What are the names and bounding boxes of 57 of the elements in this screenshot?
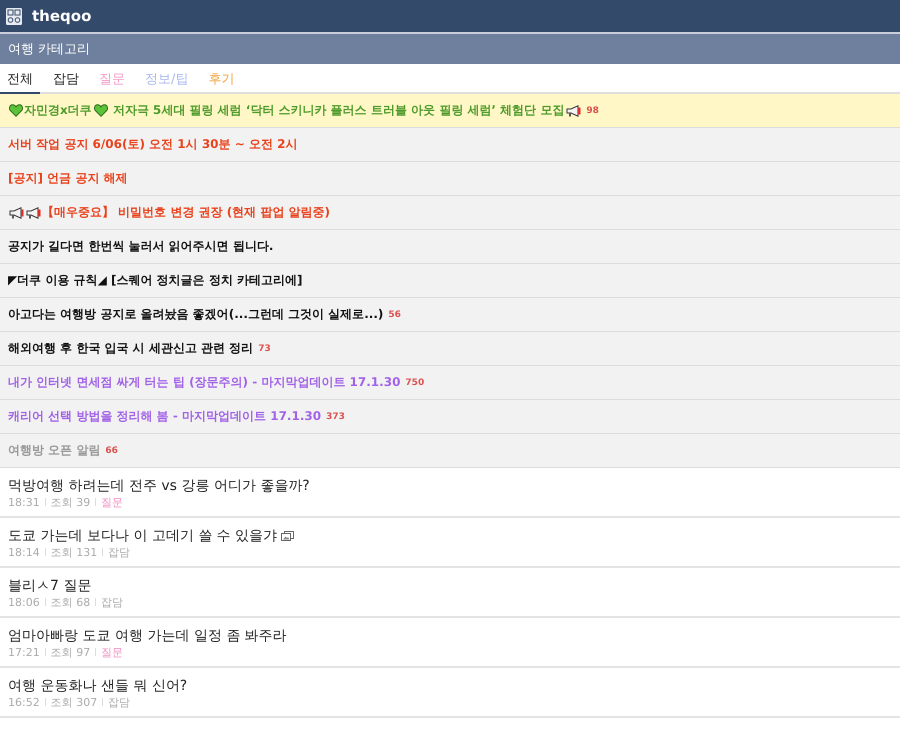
comment-count: 750 (405, 378, 424, 388)
post-time: 18:06 (8, 596, 40, 608)
view-count: 조회 97 (50, 644, 90, 660)
comment-count: 373 (326, 412, 345, 422)
post-title[interactable]: 블리ㅅ7 질문 (8, 577, 92, 595)
heart-icon (9, 104, 23, 117)
view-count: 조회 39 (50, 494, 90, 510)
megaphone-icon (566, 104, 582, 116)
post-title[interactable]: 여행 운동화나 샌들 뭐 신어? (8, 677, 188, 695)
notice-title[interactable]: 공지가 길다면 한번씩 눌러서 읽어주시면 됩니다. (8, 238, 274, 255)
heart-icon (94, 104, 108, 117)
logo-icon (6, 8, 22, 24)
post-title[interactable]: 도쿄 가는데 보다나 이 고데기 쓸 수 있을갸 (8, 527, 278, 545)
post-category: 잡담 (108, 694, 130, 710)
post-time: 17:21 (8, 646, 40, 658)
category-title: 여행 카테고리 (8, 41, 90, 58)
view-count: 조회 68 (50, 594, 90, 610)
notice-title[interactable]: 해외여행 후 한국 입국 시 세관신고 관련 정리 (8, 340, 254, 357)
post-time: 16:52 (8, 696, 40, 708)
notice-row[interactable]: 공지가 길다면 한번씩 눌러서 읽어주시면 됩니다. (0, 230, 900, 264)
post-category: 질문 (101, 644, 124, 660)
post-time: 18:14 (8, 546, 40, 558)
notice-title[interactable]: 서버 작업 공지 6/06(토) 오전 1시 30분 ~ 오전 2시 (8, 136, 298, 153)
notice-row[interactable]: 아고다는 여행방 공지로 올려놨음 좋겠어(...그런데 그것이 실제로...) 56 (0, 298, 900, 332)
comment-count: 66 (105, 446, 118, 456)
post-row[interactable]: 여행 운동화나 샌들 뭐 신어? 16:52 조회 307 잡담 (0, 668, 900, 718)
notice-title[interactable]: ◤더쿠 이용 규칙◢ [스퀘어 정치글은 정치 카테고리에] (8, 272, 302, 289)
notice-title[interactable]: 【매우중요】 비밀번호 변경 권장 (현재 팝업 알림중) (42, 204, 330, 221)
post-category: 잡담 (108, 544, 130, 560)
post-category: 잡담 (101, 594, 124, 610)
notice-title[interactable]: 아고다는 여행방 공지로 올려놨음 좋겠어(...그런데 그것이 실제로...) (8, 306, 384, 323)
post-row[interactable]: 엄마아빠랑 도쿄 여행 가는데 일정 좀 봐주라 17:21 조회 97 질문 (0, 618, 900, 668)
post-time: 18:31 (8, 496, 40, 508)
notice-row[interactable]: 내가 인터넷 면세점 싸게 터는 팁 (장문주의) - 마지막업데이트 17.1.30 750 (0, 366, 900, 400)
post-title[interactable]: 엄마아빠랑 도쿄 여행 가는데 일정 좀 봐주라 (8, 627, 287, 645)
notice-row[interactable]: 【매우중요】 비밀번호 변경 권장 (현재 팝업 알림중) (0, 196, 900, 230)
notice-row[interactable]: [공지] 언금 공지 해제 (0, 162, 900, 196)
view-count: 조회 131 (50, 544, 98, 560)
megaphone-icon (26, 206, 41, 218)
post-row[interactable]: 먹방여행 하려는데 전주 vs 강릉 어디가 좋을까? 18:31 조회 39 질문 (0, 468, 900, 518)
notice-row[interactable]: ◤더쿠 이용 규칙◢ [스퀘어 정치글은 정치 카테고리에] (0, 264, 900, 298)
post-title[interactable]: 먹방여행 하려는데 전주 vs 강릉 어디가 좋을까? (8, 477, 310, 495)
view-count: 조회 307 (50, 694, 98, 710)
comment-count: 98 (586, 106, 599, 116)
notice-title[interactable]: [공지] 언금 공지 해제 (8, 170, 128, 187)
post-row[interactable]: 블리ㅅ7 질문 18:06 조회 68 잡담 (0, 568, 900, 618)
comment-count: 56 (388, 310, 401, 320)
category-tab[interactable]: 잡담 (46, 64, 86, 94)
notice-row[interactable]: 해외여행 후 한국 입국 시 세관신고 관련 정리 73 (0, 332, 900, 366)
notice-row[interactable]: 캐리어 선택 방법을 정리해 봄 - 마지막업데이트 17.1.30 373 (0, 400, 900, 434)
post-category: 질문 (101, 494, 124, 510)
post-row[interactable]: 도쿄 가는데 보다나 이 고데기 쓸 수 있을갸 18:14 조회 131 잡담 (0, 518, 900, 568)
megaphone-icon (9, 206, 24, 218)
notice-row[interactable]: 여행방 오픈 알림 66 (0, 434, 900, 468)
notice-row[interactable]: 서버 작업 공지 6/06(토) 오전 1시 30분 ~ 오전 2시 (0, 128, 900, 162)
comment-count: 73 (258, 344, 271, 354)
site-name[interactable]: theqoo (32, 7, 92, 25)
